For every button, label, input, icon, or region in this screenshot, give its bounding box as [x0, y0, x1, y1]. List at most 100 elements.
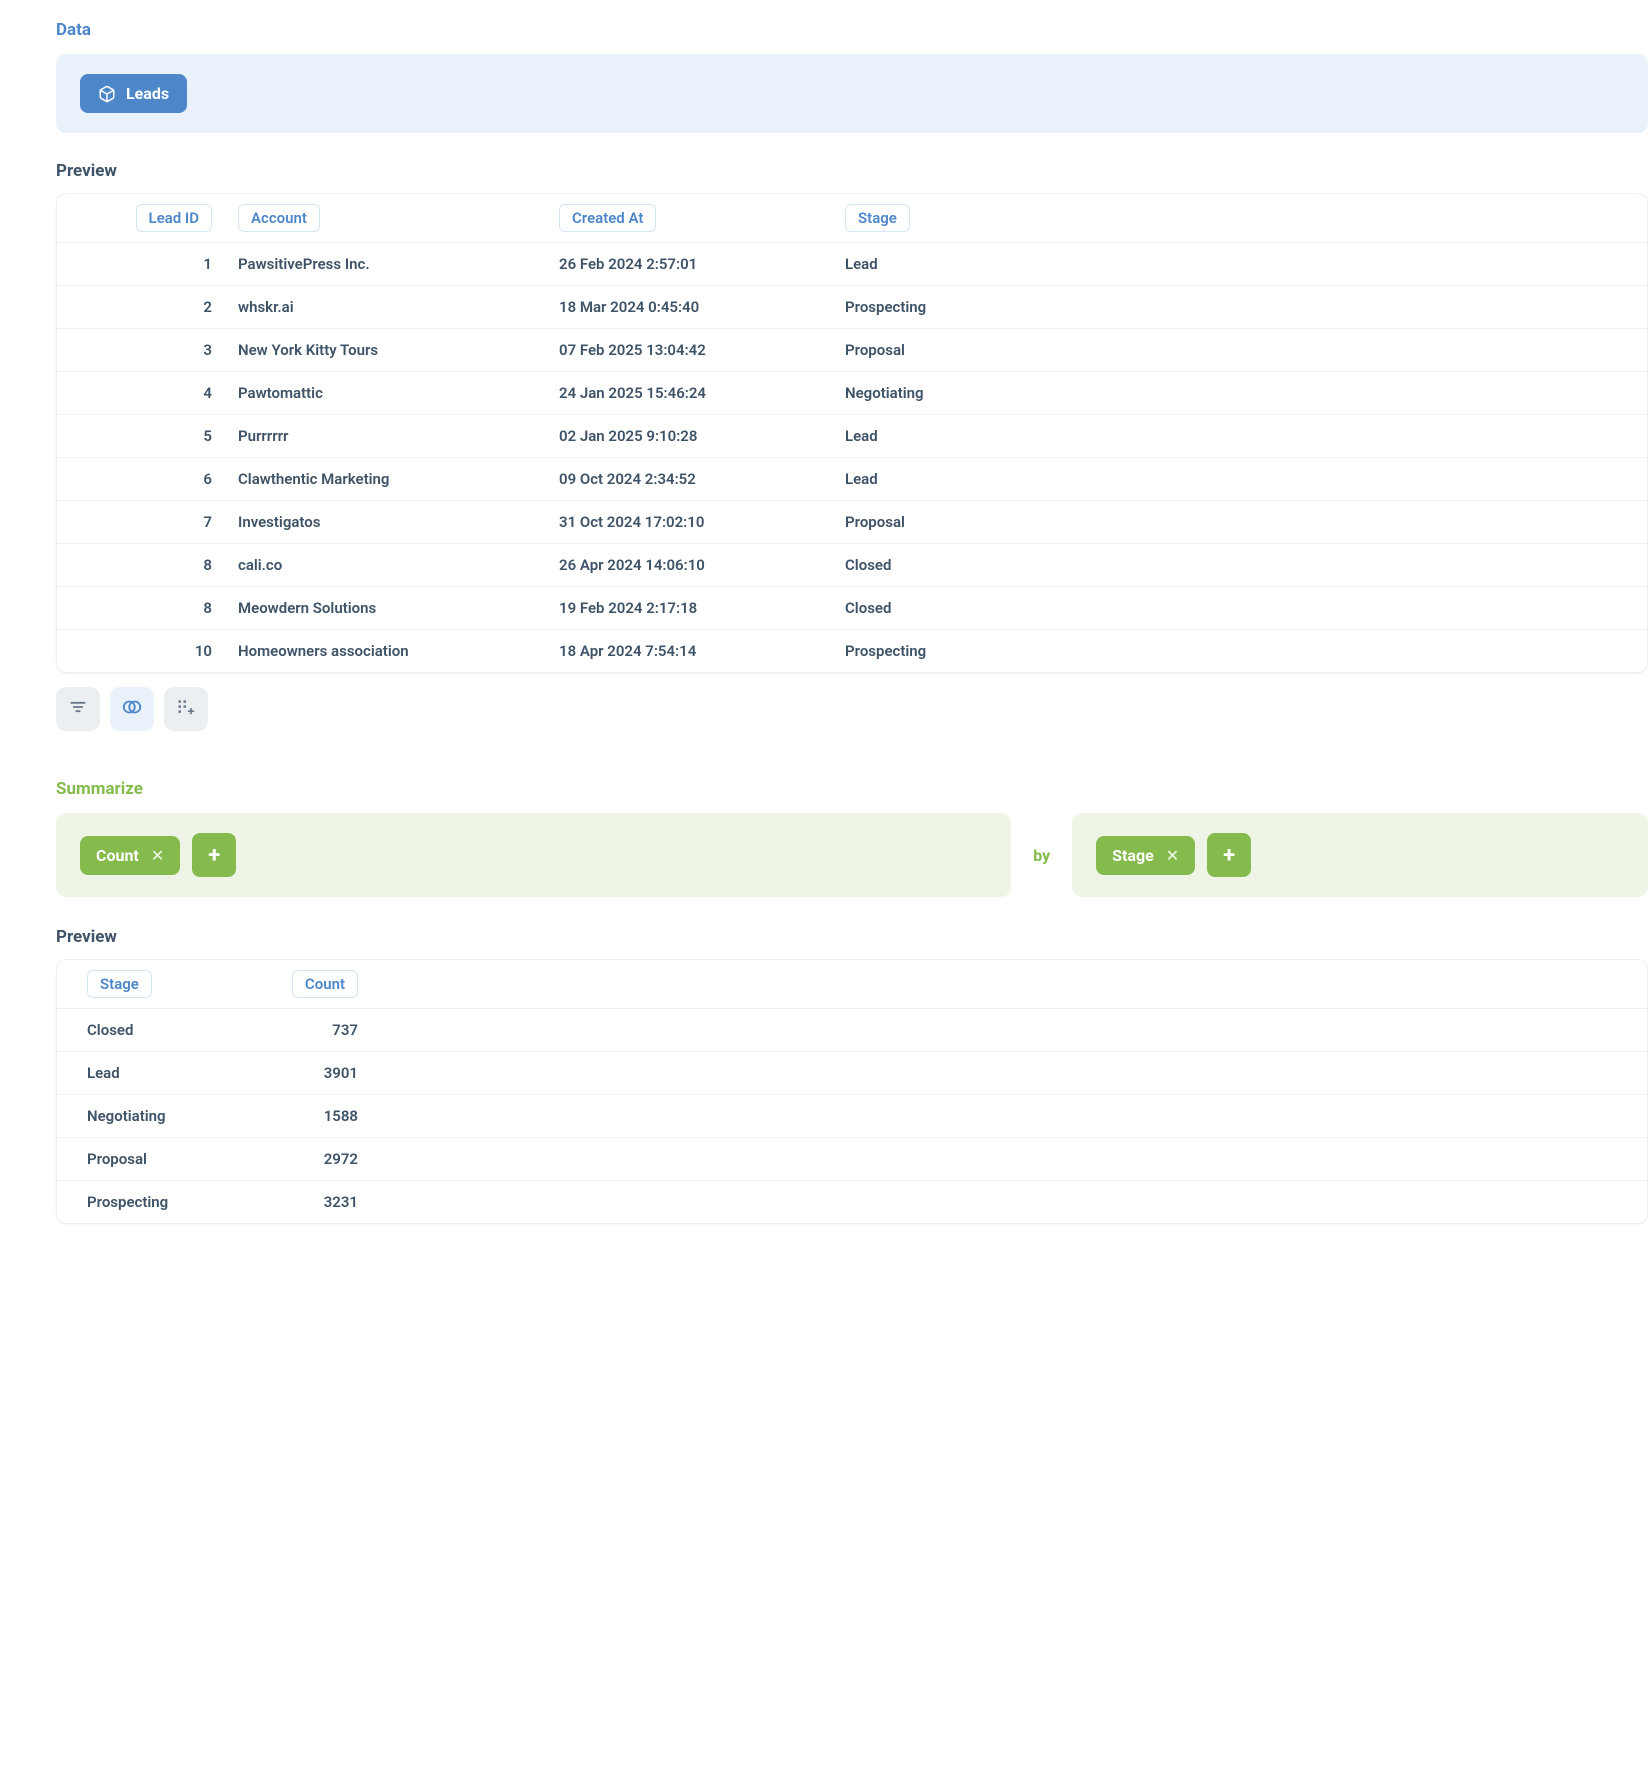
cell-created-at: 18 Apr 2024 7:54:14 — [559, 642, 819, 660]
cell-lead-id: 6 — [87, 470, 212, 488]
cell-account: Homeowners association — [238, 642, 533, 660]
table-row: 10 Homeowners association 18 Apr 2024 7:54… — [57, 630, 1647, 672]
custom-column-button[interactable] — [164, 687, 208, 731]
cell-count: 3231 — [243, 1193, 358, 1211]
table-row: Negotiating 1588 — [57, 1095, 1647, 1138]
col2-stage[interactable]: Stage — [87, 970, 152, 998]
cell-created-at: 18 Mar 2024 0:45:40 — [559, 298, 819, 316]
cell-lead-id: 4 — [87, 384, 212, 402]
cell-account: New York Kitty Tours — [238, 341, 533, 359]
close-icon[interactable]: ✕ — [151, 846, 164, 865]
summarize-row: Count ✕ + by Stage ✕ + — [56, 813, 1648, 897]
cell-lead-id: 10 — [87, 642, 212, 660]
cell-stage: Lead — [845, 470, 1045, 488]
cell-created-at: 26 Apr 2024 14:06:10 — [559, 556, 819, 574]
table-row: 5 Purrrrrr 02 Jan 2025 9:10:28 Lead — [57, 415, 1647, 458]
cell-stage: Negotiating — [845, 384, 1045, 402]
aggregation-well: Count ✕ + — [56, 813, 1011, 897]
cell-lead-id: 8 — [87, 556, 212, 574]
cell-count: 737 — [243, 1021, 358, 1039]
aggregation-chip-label: Count — [96, 846, 139, 865]
cell-stage: Lead — [845, 255, 1045, 273]
cell-stage: Prospecting — [845, 642, 1045, 660]
close-icon[interactable]: ✕ — [1166, 846, 1179, 865]
cell-stage: Proposal — [845, 513, 1045, 531]
col-account[interactable]: Account — [238, 204, 320, 232]
cell-created-at: 19 Feb 2024 2:17:18 — [559, 599, 819, 617]
cell-stage: Lead — [845, 427, 1045, 445]
cell-stage: Prospecting — [845, 298, 1045, 316]
table-row: 7Investigatos31 Oct 2024 17:02:10Proposa… — [57, 501, 1647, 544]
table-row: 2 whskr.ai 18 Mar 2024 0:45:40 Prospecting — [57, 286, 1647, 329]
plus-icon: + — [1223, 843, 1235, 868]
cell-lead-id: 1 — [87, 255, 212, 273]
add-groupby-button[interactable]: + — [1207, 833, 1251, 877]
cell-account: whskr.ai — [238, 298, 533, 316]
groupby-chip-label: Stage — [1112, 846, 1154, 865]
table-row: 8 Meowdern Solutions 19 Feb 2024 2:17:18 Cl… — [57, 587, 1647, 630]
cell-stage: Proposal — [845, 341, 1045, 359]
filter-button[interactable] — [56, 687, 100, 731]
plus-icon: + — [208, 843, 220, 868]
cell-account: PawsitivePress Inc. — [238, 255, 533, 273]
data-well: Leads — [56, 54, 1648, 133]
data-source-label: Leads — [126, 84, 169, 103]
table-row: 6 Clawthentic Marketing 09 Oct 2024 2:34:5… — [57, 458, 1647, 501]
cell-created-at: 09 Oct 2024 2:34:52 — [559, 470, 819, 488]
preview1-table: Lead ID Account Created At Stage 1 Pawsit… — [56, 193, 1648, 673]
cell-account: Purrrrrr — [238, 427, 533, 445]
cell-stage: Proposal — [87, 1150, 217, 1168]
action-bar — [56, 687, 1648, 731]
table-row: 3 New York Kitty Tours 07 Feb 2025 13:04:4… — [57, 329, 1647, 372]
col-stage[interactable]: Stage — [845, 204, 910, 232]
data-source-button[interactable]: Leads — [80, 74, 187, 113]
cell-lead-id: 3 — [87, 341, 212, 359]
cell-account: Investigatos — [238, 513, 533, 531]
preview2-label: Preview — [56, 927, 1648, 947]
aggregation-chip[interactable]: Count ✕ — [80, 836, 180, 875]
cell-created-at: 26 Feb 2024 2:57:01 — [559, 255, 819, 273]
cell-count: 1588 — [243, 1107, 358, 1125]
cell-count: 2972 — [243, 1150, 358, 1168]
groupby-well: Stage ✕ + — [1072, 813, 1648, 897]
preview1-header: Lead ID Account Created At Stage — [57, 194, 1647, 243]
cell-account: Pawtomattic — [238, 384, 533, 402]
col2-count[interactable]: Count — [292, 970, 358, 998]
cell-stage: Lead — [87, 1064, 217, 1082]
cell-account: Clawthentic Marketing — [238, 470, 533, 488]
custom-column-icon — [176, 697, 196, 721]
col-lead-id[interactable]: Lead ID — [136, 204, 213, 232]
cell-account: cali.co — [238, 556, 533, 574]
cell-created-at: 07 Feb 2025 13:04:42 — [559, 341, 819, 359]
filter-icon — [68, 697, 88, 721]
cell-count: 3901 — [243, 1064, 358, 1082]
preview2-header: Stage Count — [57, 960, 1647, 1009]
cell-stage: Closed — [87, 1021, 217, 1039]
cell-lead-id: 5 — [87, 427, 212, 445]
cell-stage: Prospecting — [87, 1193, 217, 1211]
table-row: Prospecting 3231 — [57, 1181, 1647, 1223]
add-aggregation-button[interactable]: + — [192, 833, 236, 877]
cell-stage: Closed — [845, 556, 1045, 574]
summarize-label: Summarize — [56, 779, 1648, 799]
cell-created-at: 02 Jan 2025 9:10:28 — [559, 427, 819, 445]
cell-created-at: 24 Jan 2025 15:46:24 — [559, 384, 819, 402]
table-row: Lead 3901 — [57, 1052, 1647, 1095]
cell-account: Meowdern Solutions — [238, 599, 533, 617]
table-row: Proposal 2972 — [57, 1138, 1647, 1181]
table-row: Closed 737 — [57, 1009, 1647, 1052]
preview1-label: Preview — [56, 161, 1648, 181]
table-row: 8 cali.co 26 Apr 2024 14:06:10 Closed — [57, 544, 1647, 587]
join-button[interactable] — [110, 687, 154, 731]
cell-lead-id: 8 — [87, 599, 212, 617]
groupby-chip[interactable]: Stage ✕ — [1096, 836, 1195, 875]
cube-icon — [98, 85, 116, 103]
cell-stage: Closed — [845, 599, 1045, 617]
cell-stage: Negotiating — [87, 1107, 217, 1125]
data-section-label: Data — [56, 20, 1648, 40]
cell-lead-id: 2 — [87, 298, 212, 316]
cell-created-at: 31 Oct 2024 17:02:10 — [559, 513, 819, 531]
table-row: 4 Pawtomattic 24 Jan 2025 15:46:24 Negotiat… — [57, 372, 1647, 415]
col-created-at[interactable]: Created At — [559, 204, 656, 232]
by-label: by — [1033, 846, 1050, 865]
